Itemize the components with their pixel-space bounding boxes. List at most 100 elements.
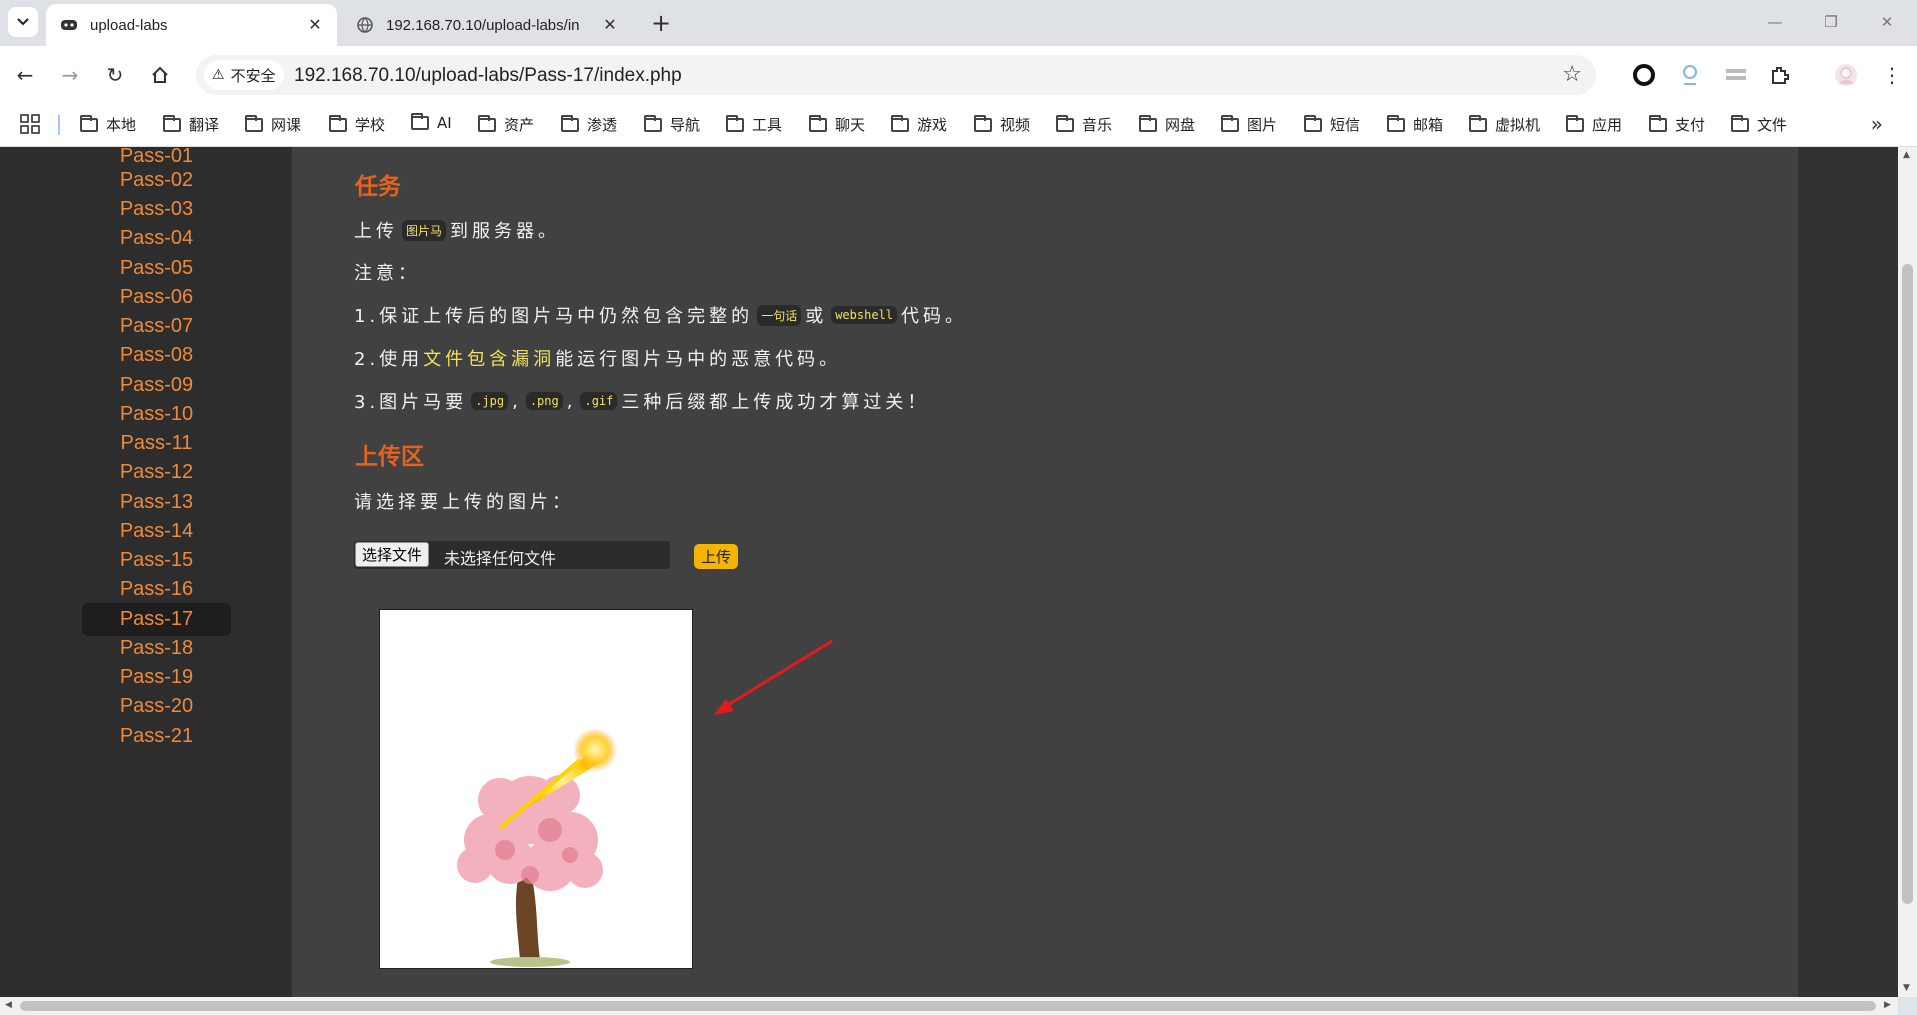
bookmarks-separator [58, 115, 60, 135]
folder-icon [1387, 114, 1405, 132]
bookmark-label: 支付 [1675, 116, 1706, 134]
sidebar-item-pass-08[interactable]: Pass-08 [82, 339, 231, 372]
vertical-scrollbar[interactable]: ▲ ▼ [1898, 147, 1917, 997]
security-label: 不安全 [230, 66, 276, 85]
folder-icon [1139, 114, 1157, 132]
bookmark-folder[interactable]: 视频 [974, 114, 1030, 135]
address-bar[interactable]: ⚠ 不安全 192.168.70.10/upload-labs/Pass-17/… [196, 55, 1596, 95]
task-heading: 任务 [355, 173, 401, 199]
profile-avatar[interactable] [1832, 61, 1860, 89]
bookmark-folder[interactable]: 短信 [1304, 114, 1360, 135]
note-text: 能运行图片马中的恶意代码。 [555, 349, 842, 370]
uploaded-image-preview [379, 609, 693, 969]
task-text: 上传 [354, 221, 398, 242]
code-badge: .png [525, 392, 563, 410]
bookmark-folder[interactable]: 虚拟机 [1469, 114, 1540, 135]
gamepad-icon [60, 16, 78, 34]
bookmark-folder[interactable]: 导航 [644, 114, 700, 135]
file-include-link[interactable]: 文件包含漏洞 [423, 345, 555, 371]
folder-icon [1649, 114, 1667, 132]
url-text[interactable]: 192.168.70.10/upload-labs/Pass-17/index.… [294, 65, 682, 87]
bookmark-label: 网课 [271, 116, 302, 134]
reload-icon[interactable]: ↻ [100, 60, 130, 90]
folder-icon [1056, 114, 1074, 132]
translate-extension-icon[interactable] [1676, 61, 1704, 89]
close-icon[interactable]: ✕ [598, 13, 622, 37]
tab-search-button[interactable] [8, 7, 38, 37]
bookmark-folder[interactable]: 邮箱 [1387, 114, 1443, 135]
tab-title: 192.168.70.10/upload-labs/in [386, 16, 580, 34]
bookmark-folder[interactable]: 本地 [80, 114, 136, 135]
bookmark-folder[interactable]: 游戏 [891, 114, 947, 135]
scroll-down-icon[interactable]: ▼ [1903, 983, 1910, 993]
horizontal-scrollbar[interactable]: ◀ ▶ [0, 997, 1898, 1015]
folder-icon [809, 114, 827, 132]
bookmark-folder[interactable]: 翻译 [163, 114, 219, 135]
bookmark-folder[interactable]: 文件 [1731, 114, 1787, 135]
bookmark-folder[interactable]: 支付 [1649, 114, 1705, 135]
upload-button[interactable]: 上传 [694, 544, 738, 569]
bookmark-label: 本地 [106, 116, 137, 134]
task-line-1: 上传 图片马 到服务器。 [354, 217, 560, 243]
scroll-right-icon[interactable]: ▶ [1884, 1000, 1891, 1010]
note-item-1: 1.保证上传后的图片马中仍然包含完整的 一句话 或 webshell 代码。 [354, 302, 967, 328]
bookmark-folder[interactable]: 网盘 [1139, 114, 1195, 135]
sidebar-extension-icon[interactable] [1722, 61, 1750, 89]
minimize-icon[interactable]: — [1760, 10, 1790, 34]
security-chip[interactable]: ⚠ 不安全 [204, 60, 284, 90]
home-icon[interactable] [145, 60, 175, 90]
folder-icon [1469, 114, 1487, 132]
close-icon[interactable]: ✕ [303, 13, 327, 37]
bookmark-label: 网盘 [1165, 116, 1196, 134]
folder-icon [163, 114, 181, 132]
bookmark-folder[interactable]: 资产 [478, 114, 534, 135]
bookmark-folder[interactable]: 渗透 [561, 114, 617, 135]
folder-icon [1566, 114, 1584, 132]
tab-upload-labs[interactable]: upload-labs ✕ [46, 4, 337, 46]
scroll-up-icon[interactable]: ▲ [1903, 150, 1910, 160]
choose-file-button[interactable]: 选择文件 [355, 542, 430, 567]
bookmark-folder[interactable]: AI [411, 113, 452, 132]
bookmark-star-icon[interactable]: ☆ [1562, 62, 1582, 87]
warning-icon: ⚠ [212, 67, 225, 83]
vertical-scroll-thumb[interactable] [1902, 264, 1913, 904]
bookmark-folder[interactable]: 聊天 [809, 114, 865, 135]
restore-icon[interactable]: ❐ [1816, 10, 1846, 34]
bookmark-label: 应用 [1592, 116, 1623, 134]
bookmark-folder[interactable]: 图片 [1221, 114, 1277, 135]
apps-grid-icon[interactable] [20, 114, 40, 134]
scroll-left-icon[interactable]: ◀ [5, 1000, 12, 1010]
sidebar-item-pass-04[interactable]: Pass-04 [82, 222, 231, 255]
window-close-icon[interactable]: ✕ [1872, 10, 1902, 34]
forward-icon[interactable]: → [55, 60, 85, 90]
new-tab-button[interactable]: + [648, 9, 674, 37]
sidebar-item-pass-20[interactable]: Pass-20 [82, 690, 231, 723]
bookmark-label: 翻译 [189, 116, 220, 134]
bookmark-folder[interactable]: 网课 [245, 114, 301, 135]
more-menu-icon[interactable]: ⋮ [1878, 61, 1906, 89]
bookmark-folder[interactable]: 应用 [1566, 114, 1622, 135]
globe-icon [356, 16, 374, 34]
right-margin [1798, 147, 1898, 997]
bookmark-label: 视频 [1000, 116, 1031, 134]
double-chevron-right-icon[interactable]: » [1871, 112, 1883, 136]
folder-icon [329, 114, 347, 132]
horizontal-scroll-thumb[interactable] [20, 1001, 1876, 1011]
bookmark-folder[interactable]: 学校 [329, 114, 385, 135]
browser-toolbar: ← → ↻ ⚠ 不安全 192.168.70.10/upload-labs/Pa… [0, 46, 1917, 104]
file-input[interactable]: 选择文件 未选择任何文件 [354, 541, 670, 569]
sidebar-item-pass-12[interactable]: Pass-12 [82, 456, 231, 489]
note-text: 1.保证上传后的图片马中仍然包含完整的 [354, 306, 754, 327]
back-icon[interactable]: ← [10, 60, 40, 90]
extension-circle-icon[interactable] [1630, 61, 1658, 89]
sidebar-item-pass-21[interactable]: Pass-21 [82, 720, 231, 753]
extensions-puzzle-icon[interactable] [1766, 61, 1794, 89]
sidebar-item-pass-16[interactable]: Pass-16 [82, 573, 231, 606]
folder-icon [644, 114, 662, 132]
bookmark-folder[interactable]: 工具 [726, 114, 782, 135]
folder-icon [726, 114, 744, 132]
bookmark-label: 导航 [670, 116, 701, 134]
upload-prompt: 请选择要上传的图片： [354, 492, 574, 513]
bookmark-folder[interactable]: 音乐 [1056, 114, 1112, 135]
tab-second[interactable]: 192.168.70.10/upload-labs/in ✕ [342, 4, 632, 46]
